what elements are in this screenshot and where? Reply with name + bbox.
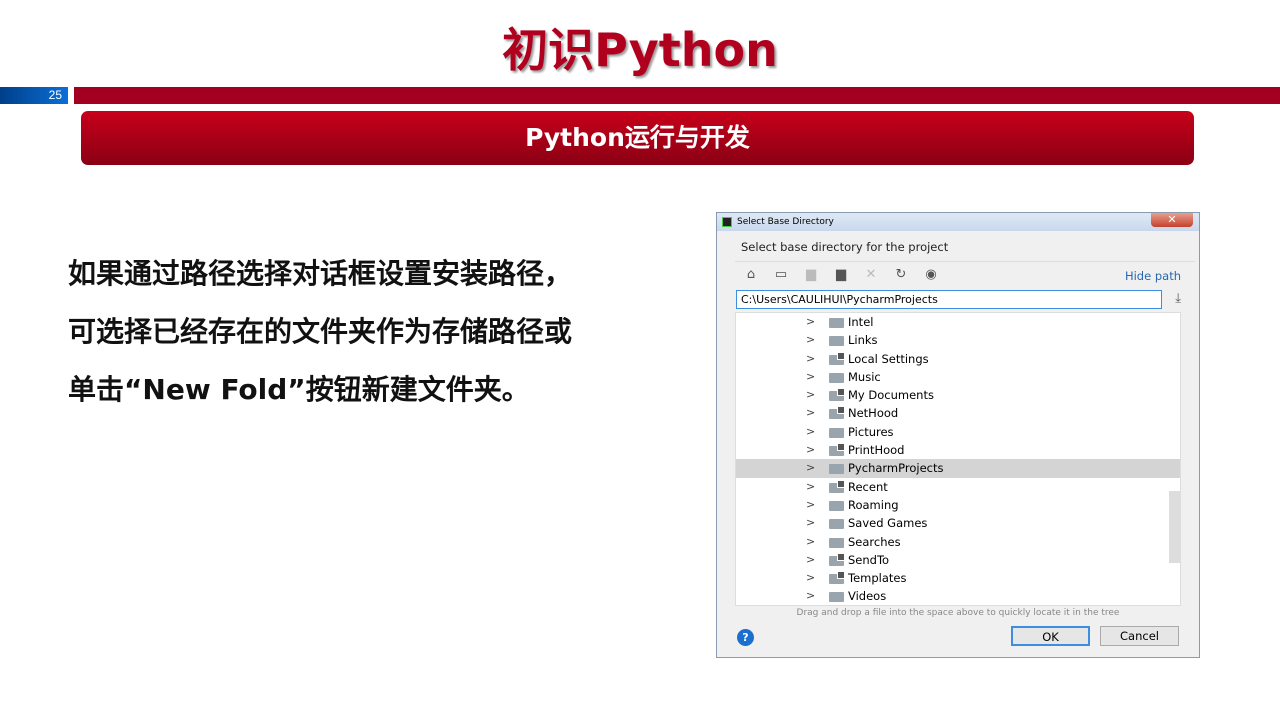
tree-item[interactable]: > Videos bbox=[736, 587, 1180, 605]
chevron-right-icon[interactable]: > bbox=[806, 478, 815, 496]
tree-item-label: Saved Games bbox=[848, 516, 928, 531]
select-base-directory-dialog: Select Base Directory ✕ Select base dire… bbox=[716, 212, 1200, 658]
tree-item-label: Intel bbox=[848, 315, 874, 329]
chevron-right-icon[interactable]: > bbox=[806, 313, 815, 331]
path-input[interactable]: C:\Users\CAULIHUI\PycharmProjects bbox=[736, 290, 1162, 309]
folder-icon bbox=[829, 519, 844, 530]
chevron-right-icon[interactable]: > bbox=[806, 514, 815, 532]
tree-item[interactable]: > Intel bbox=[736, 313, 1180, 331]
folder-icon bbox=[829, 464, 844, 475]
tree-item[interactable]: > Links bbox=[736, 331, 1180, 349]
chevron-right-icon[interactable]: > bbox=[806, 423, 815, 441]
folder-icon bbox=[829, 537, 844, 548]
folder-icon bbox=[829, 372, 844, 383]
tree-item-label: Videos bbox=[848, 589, 887, 604]
chevron-right-icon[interactable]: > bbox=[806, 404, 815, 422]
chevron-right-icon[interactable]: > bbox=[806, 551, 815, 569]
folder-icon bbox=[829, 479, 845, 493]
body-line: 单击“New Fold”按钮新建文件夹。 bbox=[68, 373, 530, 406]
folder-icon bbox=[829, 406, 845, 420]
tree-item[interactable]: > PrintHood bbox=[736, 441, 1180, 459]
body-line: 可选择已经存在的文件夹作为存储路径或 bbox=[68, 315, 573, 348]
chevron-right-icon[interactable]: > bbox=[806, 587, 815, 605]
tree-item[interactable]: > Saved Games bbox=[736, 514, 1180, 532]
tree-item[interactable]: > Music bbox=[736, 368, 1180, 386]
folder-icon bbox=[829, 500, 844, 511]
download-icon[interactable]: ⤓ bbox=[1175, 291, 1181, 306]
tree-item[interactable]: > Roaming bbox=[736, 496, 1180, 514]
tree-item[interactable]: > Searches bbox=[736, 533, 1180, 551]
project-folder-icon[interactable]: ▆ bbox=[803, 267, 819, 282]
hide-path-link[interactable]: Hide path bbox=[1125, 269, 1181, 283]
folder-icon bbox=[829, 571, 845, 585]
chevron-right-icon[interactable]: > bbox=[806, 496, 815, 514]
folder-icon bbox=[829, 443, 845, 457]
slide-title: 初识Python bbox=[502, 23, 778, 77]
tree-item[interactable]: > Templates bbox=[736, 569, 1180, 587]
body-text: 如果通过路径选择对话框设置安装路径， 可选择已经存在的文件夹作为存储路径或 单击… bbox=[68, 245, 668, 419]
dialog-title: Select Base Directory bbox=[737, 217, 834, 227]
divider bbox=[735, 261, 1195, 262]
tree-item-label: Local Settings bbox=[848, 351, 929, 366]
tree-item-label: Recent bbox=[848, 479, 888, 494]
section-banner: Python运行与开发 bbox=[81, 111, 1194, 165]
tree-item[interactable]: > NetHood bbox=[736, 404, 1180, 422]
cancel-button[interactable]: Cancel bbox=[1100, 626, 1179, 646]
chevron-right-icon[interactable]: > bbox=[806, 441, 815, 459]
ok-button[interactable]: OK bbox=[1011, 626, 1090, 646]
tree-item-label: Links bbox=[848, 333, 878, 348]
chevron-right-icon[interactable]: > bbox=[806, 331, 815, 349]
help-icon[interactable]: ? bbox=[737, 629, 754, 646]
folder-icon bbox=[829, 318, 844, 328]
chevron-right-icon[interactable]: > bbox=[806, 386, 815, 404]
home-icon[interactable]: ⌂ bbox=[743, 267, 759, 282]
tree-item[interactable]: > Local Settings bbox=[736, 350, 1180, 368]
delete-icon[interactable]: ✕ bbox=[863, 267, 879, 282]
tree-item-label: Music bbox=[848, 369, 881, 384]
tree-item[interactable]: > Recent bbox=[736, 478, 1180, 496]
dialog-title-bar: Select Base Directory ✕ bbox=[717, 213, 1199, 231]
directory-tree[interactable]: > Intel > Links > Local Settings > Music > My Doc… bbox=[735, 312, 1181, 606]
tree-item-label: Searches bbox=[848, 534, 901, 549]
folder-icon bbox=[829, 592, 844, 603]
body-line: 如果通过路径选择对话框设置安装路径， bbox=[68, 257, 573, 290]
page-number: 25 bbox=[0, 87, 68, 104]
tree-item-label: Pictures bbox=[848, 424, 894, 439]
folder-icon bbox=[829, 351, 845, 365]
tree-item[interactable]: > My Documents bbox=[736, 386, 1180, 404]
tree-item-label: Templates bbox=[848, 571, 907, 586]
chevron-right-icon[interactable]: > bbox=[806, 569, 815, 587]
show-hidden-icon[interactable]: ◉ bbox=[923, 267, 939, 282]
folder-icon bbox=[829, 388, 845, 402]
tree-item-label: Roaming bbox=[848, 497, 899, 512]
scrollbar-thumb[interactable] bbox=[1169, 491, 1180, 563]
tree-item[interactable]: > Pictures bbox=[736, 423, 1180, 441]
tree-item-label: PycharmProjects bbox=[848, 461, 944, 476]
folder-icon bbox=[829, 552, 845, 566]
dialog-subtitle: Select base directory for the project bbox=[741, 240, 949, 254]
chevron-right-icon[interactable]: > bbox=[806, 350, 815, 368]
tree-item-label: SendTo bbox=[848, 552, 890, 567]
drag-drop-hint: Drag and drop a file into the space abov… bbox=[796, 608, 1120, 618]
chevron-right-icon[interactable]: > bbox=[806, 368, 815, 386]
header-divider bbox=[74, 87, 1280, 104]
new-folder-icon[interactable]: ▆ bbox=[833, 267, 849, 282]
toolbar: ⌂ ▭ ▆ ▆ ✕ ↻ ◉ bbox=[743, 267, 939, 282]
tree-item[interactable]: > PycharmProjects bbox=[736, 459, 1180, 478]
refresh-icon[interactable]: ↻ bbox=[893, 267, 909, 282]
tree-item[interactable]: > SendTo bbox=[736, 551, 1180, 569]
pycharm-icon bbox=[722, 217, 732, 227]
tree-item-label: NetHood bbox=[848, 406, 899, 421]
folder-icon bbox=[829, 336, 844, 347]
desktop-icon[interactable]: ▭ bbox=[773, 267, 789, 282]
tree-item-label: PrintHood bbox=[848, 443, 905, 458]
chevron-right-icon[interactable]: > bbox=[806, 459, 815, 477]
close-button[interactable]: ✕ bbox=[1151, 213, 1193, 227]
chevron-right-icon[interactable]: > bbox=[806, 533, 815, 551]
tree-item-label: My Documents bbox=[848, 388, 934, 403]
folder-icon bbox=[829, 427, 844, 438]
